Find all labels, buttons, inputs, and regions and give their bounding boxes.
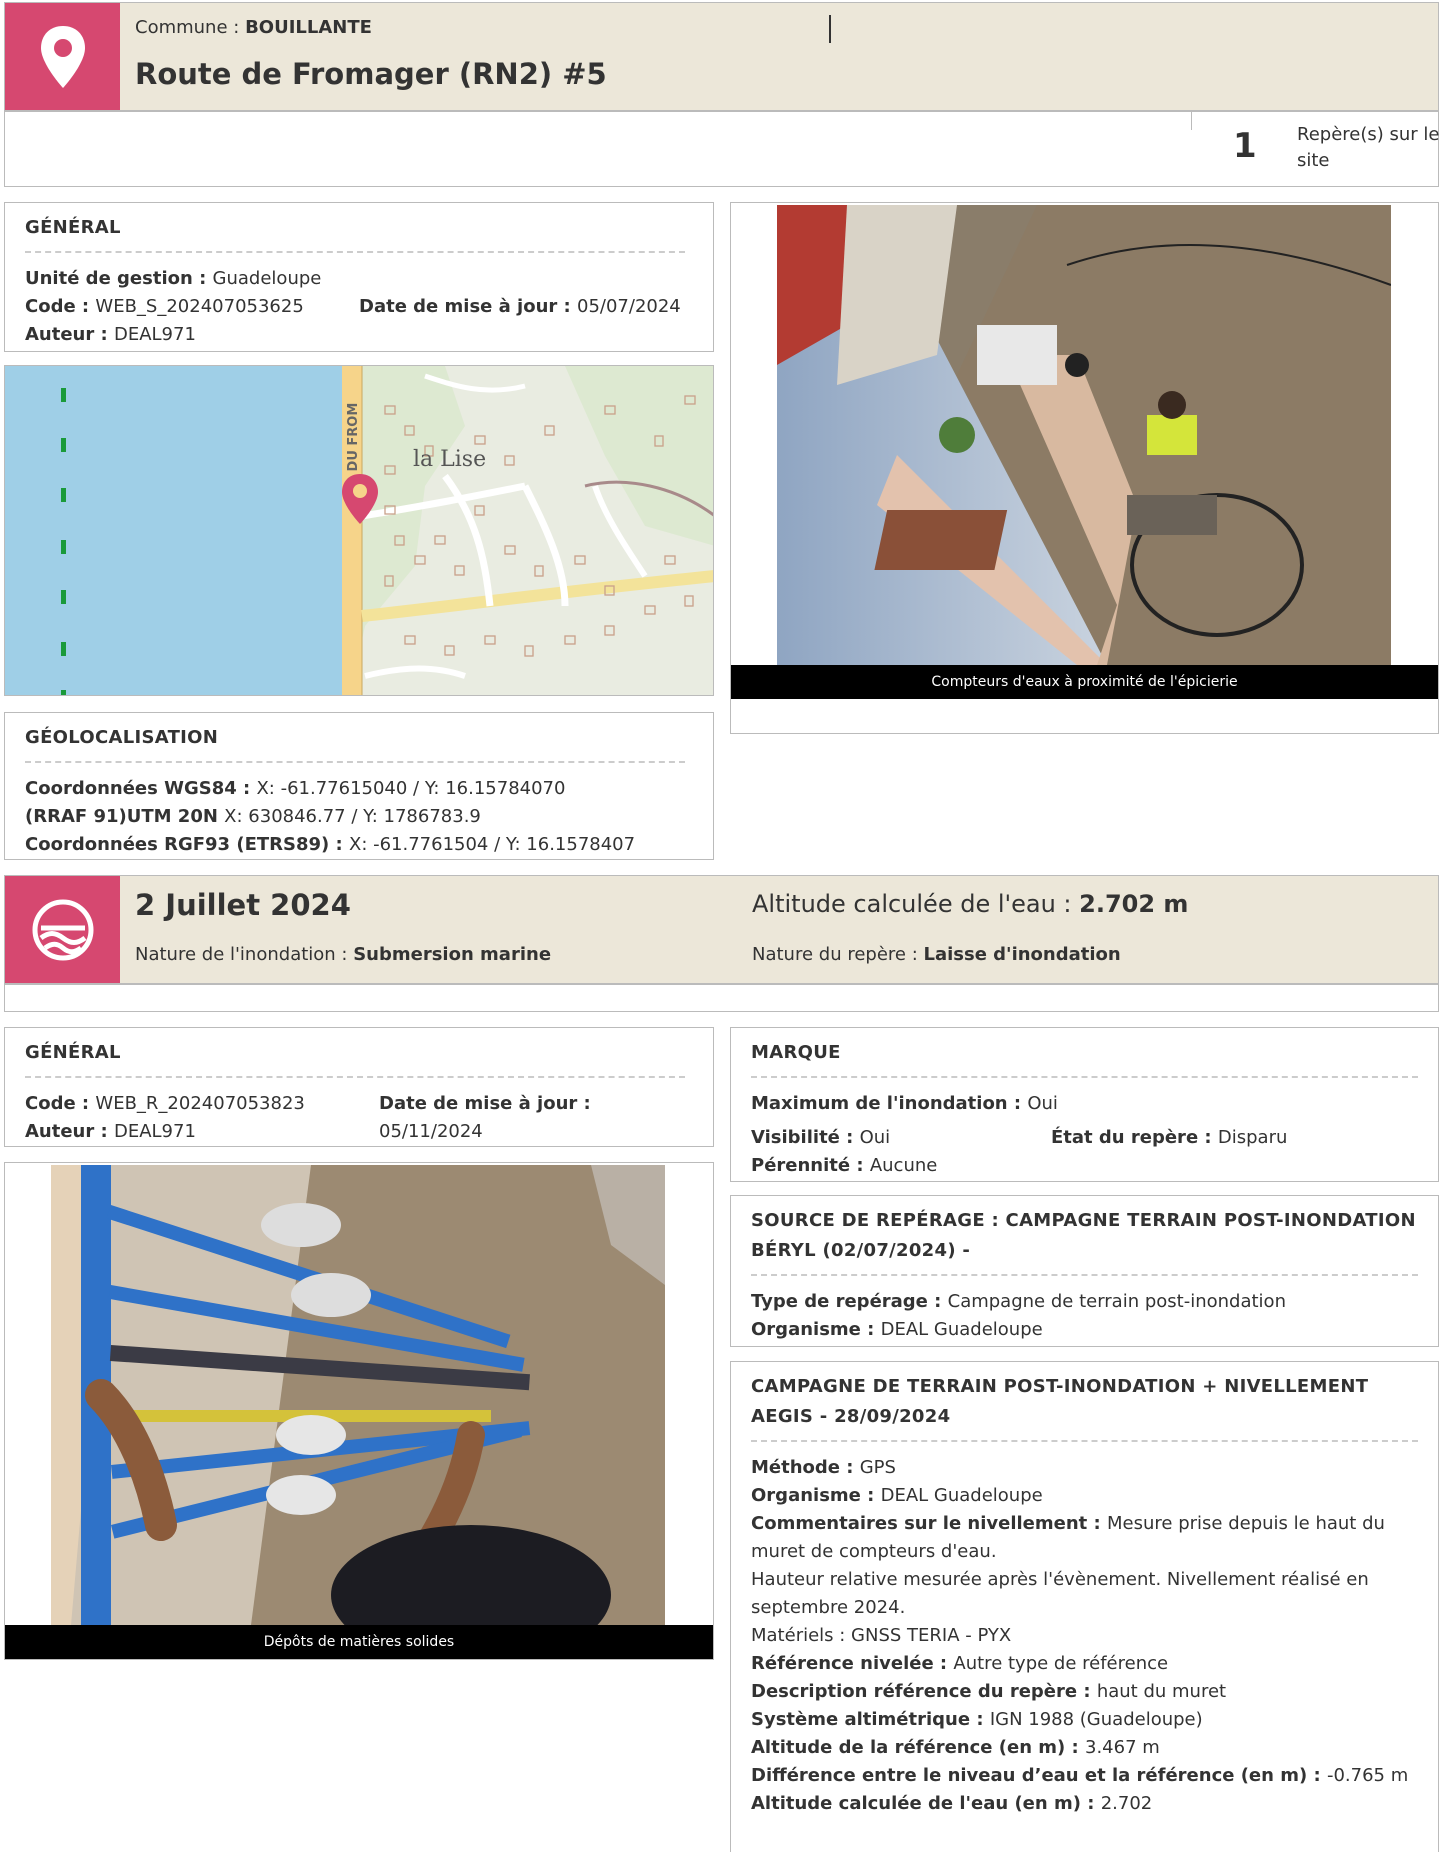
comment-line-3: Matériels : GNSS TERIA - PYX [751,1625,1012,1646]
general-title: GÉNÉRAL [25,217,121,238]
source-organisme-value: DEAL Guadeloupe [880,1319,1043,1340]
site-date: 05/07/2024 [577,296,681,317]
methode-value: GPS [859,1457,896,1478]
perennite-value: Aucune [869,1155,938,1176]
campagne-title: CAMPAGNE DE TERRAIN POST-INONDATION + NI… [751,1376,1369,1427]
flood-wave-icon [5,876,120,983]
event-spacer-bar [4,984,1439,1012]
repere-code: WEB_R_202407053823 [95,1093,305,1114]
rgf93-value: X: -61.7761504 / Y: 16.1578407 [348,834,636,855]
map-canvas[interactable]: la Lise R DU FROM [5,366,714,696]
event-date: 2 Juillet 2024 [135,888,351,922]
location-pin-icon [5,3,120,110]
repere-auteur: DEAL971 [113,1121,196,1142]
source-title: SOURCE DE REPÉRAGE : CAMPAGNE TERRAIN PO… [751,1210,1416,1261]
general-panel: GÉNÉRAL Unité de gestion : Guadeloupe Co… [4,202,714,352]
repere-photo-panel: Dépôts de matières solides [4,1162,714,1660]
map-road-label: R DU FROM [346,403,361,486]
text-cursor [829,15,831,43]
marque-panel: MARQUE Maximum de l'inondation : Oui Vis… [730,1027,1439,1182]
description-reference-value: haut du muret [1096,1681,1227,1702]
marque-title: MARQUE [751,1042,841,1063]
flood-nature: Submersion marine [353,944,552,965]
reference-nivelee-value: Autre type de référence [953,1653,1169,1674]
location-map[interactable]: la Lise R DU FROM [4,365,714,696]
unite-value: Guadeloupe [212,268,322,289]
commune-value: BOUILLANTE [245,17,372,38]
repere-photo-caption: Dépôts de matières solides [5,1625,713,1659]
visibilite-value: Oui [859,1127,891,1148]
geo-title: GÉOLOCALISATION [25,727,219,748]
wgs84-value: X: -61.77615040 / Y: 16.15784070 [256,778,566,799]
event-header: 2 Juillet 2024 Nature de l'inondation : … [4,875,1439,984]
geolocation-panel: GÉOLOCALISATION Coordonnées WGS84 : X: -… [4,712,714,860]
altitude-calculee-value: 2.702 [1100,1793,1153,1814]
water-altitude: 2.702 m [1079,890,1189,918]
campagne-panel: CAMPAGNE DE TERRAIN POST-INONDATION + NI… [730,1361,1439,1852]
repere-count: 1 [1233,126,1257,166]
map-place-label: la Lise [413,447,486,472]
site-code: WEB_S_202407053625 [95,296,304,317]
site-photo-panel: Compteurs d'eaux à proximité de l'épicie… [730,202,1439,734]
etat-repere-value: Disparu [1217,1127,1288,1148]
campagne-organisme-value: DEAL Guadeloupe [880,1485,1043,1506]
systeme-altimetrique-value: IGN 1988 (Guadeloupe) [989,1709,1203,1730]
repere-nature: Laisse d'inondation [923,944,1121,965]
site-header: Commune : BOUILLANTE Route de Fromager (… [4,2,1439,111]
altitude-reference-value: 3.467 m [1085,1737,1160,1758]
commune-label: Commune : [135,17,246,38]
site-photo-caption: Compteurs d'eaux à proximité de l'épicie… [731,665,1438,699]
type-reperage-value: Campagne de terrain post-inondation [947,1291,1286,1312]
site-photo[interactable] [777,205,1391,665]
max-inondation-value: Oui [1027,1093,1058,1114]
comment-line-2: Hauteur relative mesurée après l'évèneme… [751,1569,1369,1618]
utm-value: X: 630846.77 / Y: 1786783.9 [224,806,481,827]
repere-count-label: Repère(s) sur le site [1297,124,1440,171]
general-repere-panel: GÉNÉRAL Code : WEB_R_202407053823 Date d… [4,1027,714,1147]
difference-value: -0.765 m [1326,1765,1409,1786]
repere-photo[interactable] [51,1165,665,1625]
site-auteur: DEAL971 [113,324,196,345]
repere-date: 05/11/2024 [379,1121,483,1142]
site-count-bar: 1 Repère(s) sur le site [4,111,1439,187]
general2-title: GÉNÉRAL [25,1042,121,1063]
source-panel: SOURCE DE REPÉRAGE : CAMPAGNE TERRAIN PO… [730,1195,1439,1347]
site-title: Route de Fromager (RN2) #5 [135,57,607,91]
